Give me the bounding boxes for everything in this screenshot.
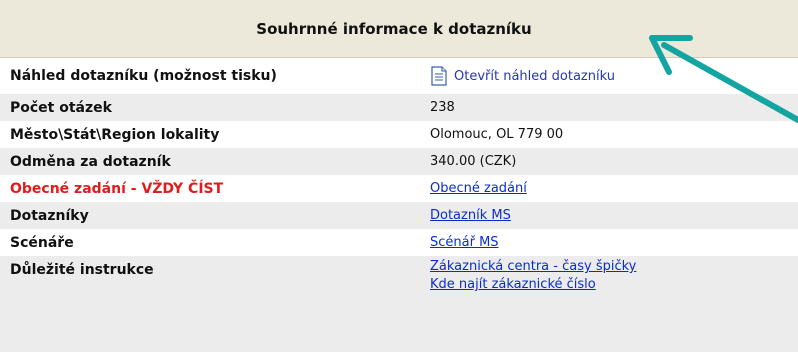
table-row: [0, 314, 798, 352]
panel-header: Souhrnné informace k dotazníku: [0, 0, 798, 58]
table-row: Scénáře Scénář MS: [0, 229, 798, 256]
row-value-important-instructions: Zákaznická centra - časy špičky Kde nají…: [418, 256, 798, 314]
row-value-questionnaires: Dotazník MS: [418, 202, 798, 229]
row-label-questionnaires: Dotazníky: [0, 202, 418, 229]
row-label-important-instructions: Důležité instrukce: [0, 256, 418, 314]
row-value-scenarios: Scénář MS: [418, 229, 798, 256]
row-label-general-assignment: Obecné zadání - VŽDY ČÍST: [10, 180, 224, 197]
table-row: Obecné zadání - VŽDY ČÍST Obecné zadání: [0, 175, 798, 202]
table-row: Odměna za dotazník 340.00 (CZK): [0, 148, 798, 175]
row-label-empty: [0, 314, 418, 352]
summary-table: Náhled dotazníku (možnost tisku) Otevřít…: [0, 58, 798, 352]
row-value-empty: [418, 314, 798, 352]
row-value-general-assignment: Obecné zadání: [418, 175, 798, 202]
table-row: Dotazníky Dotazník MS: [0, 202, 798, 229]
row-value-preview: Otevřít náhled dotazníku: [418, 58, 798, 94]
document-icon[interactable]: [430, 66, 448, 86]
customer-centers-peak-times-link[interactable]: Zákaznická centra - časy špičky: [430, 258, 636, 276]
questionnaire-ms-link[interactable]: Dotazník MS: [430, 207, 511, 225]
table-row: Město\Stát\Region lokality Olomouc, OL 7…: [0, 121, 798, 148]
general-assignment-link[interactable]: Obecné zadání: [430, 180, 527, 198]
panel-title: Souhrnné informace k dotazníku: [256, 19, 532, 38]
scenario-ms-link[interactable]: Scénář MS: [430, 234, 499, 252]
row-value-location: Olomouc, OL 779 00: [430, 127, 564, 142]
open-preview-link[interactable]: Otevřít náhled dotazníku: [454, 68, 615, 86]
table-row: Počet otázek 238: [0, 94, 798, 121]
row-value-reward: 340.00 (CZK): [418, 148, 798, 175]
find-customer-number-link[interactable]: Kde najít zákaznické číslo: [430, 276, 596, 294]
row-label-reward: Odměna za dotazník: [0, 148, 418, 175]
row-label-location: Město\Stát\Region lokality: [10, 126, 220, 143]
row-label-question-count: Počet otázek: [0, 94, 418, 121]
table-row: Důležité instrukce Zákaznická centra - č…: [0, 256, 798, 314]
row-label-scenarios: Scénáře: [10, 234, 74, 251]
questionnaire-summary-panel: Souhrnné informace k dotazníku Náhled do…: [0, 0, 798, 364]
table-row: Náhled dotazníku (možnost tisku) Otevřít…: [0, 58, 798, 94]
row-value-question-count: 238: [418, 94, 798, 121]
row-label-preview: Náhled dotazníku (možnost tisku): [10, 68, 277, 84]
